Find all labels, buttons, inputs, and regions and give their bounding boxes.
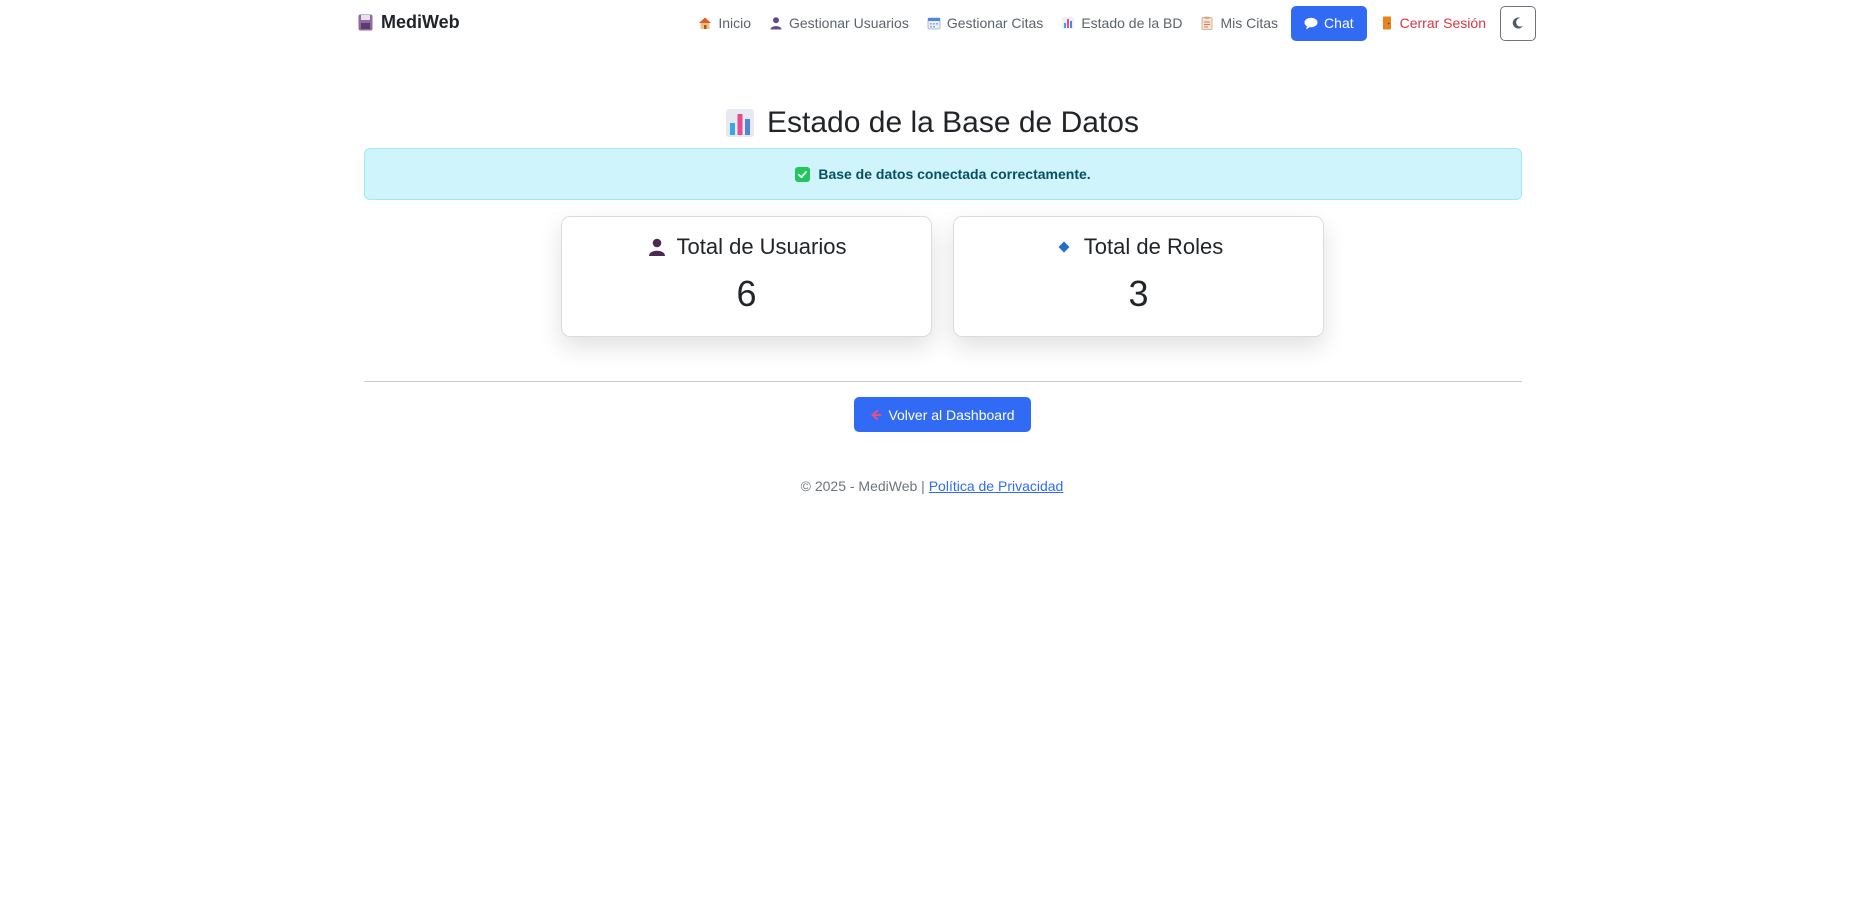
user-icon xyxy=(647,237,667,257)
nav-menu: Inicio Gestionar Usuarios Gestionar Cita… xyxy=(689,5,1536,41)
nav-estado-bd[interactable]: Estado de la BD xyxy=(1052,5,1191,41)
floppy-disk-icon xyxy=(357,14,373,32)
nav-gestionar-citas-label: Gestionar Citas xyxy=(946,15,1044,31)
status-alert: Base de datos conectada correctamente. xyxy=(364,148,1522,200)
logout-link[interactable]: Cerrar Sesión xyxy=(1371,5,1495,41)
privacy-policy-link[interactable]: Política de Privacidad xyxy=(929,478,1064,494)
brand[interactable]: MediWeb xyxy=(357,12,460,33)
back-to-dashboard-label: Volver al Dashboard xyxy=(888,406,1015,423)
navbar: MediWeb Inicio Gestionar Usuarios Gestio… xyxy=(0,0,1864,46)
nav-mis-citas-label: Mis Citas xyxy=(1220,15,1279,31)
users-card-title: Total de Usuarios xyxy=(562,232,931,262)
back-to-dashboard-button[interactable]: Volver al Dashboard xyxy=(854,397,1031,432)
brand-name: MediWeb xyxy=(381,12,460,32)
users-card-title-text: Total de Usuarios xyxy=(676,234,847,259)
bar-chart-icon xyxy=(725,108,755,138)
page-title-text: Estado de la Base de Datos xyxy=(767,106,1139,139)
roles-count: 3 xyxy=(1128,273,1149,314)
status-alert-text: Base de datos conectada correctamente. xyxy=(818,166,1091,182)
chat-button-label: Chat xyxy=(1324,15,1354,31)
calendar-icon xyxy=(927,16,941,30)
back-arrow-icon xyxy=(870,409,882,421)
bar-chart-icon xyxy=(1061,16,1075,30)
nav-mis-citas[interactable]: Mis Citas xyxy=(1191,5,1287,41)
nav-gestionar-citas[interactable]: Gestionar Citas xyxy=(918,5,1052,41)
roles-card-title: Total de Roles xyxy=(954,232,1323,262)
nav-inicio[interactable]: Inicio xyxy=(689,5,760,41)
users-card: Total de Usuarios 6 xyxy=(561,216,932,337)
user-icon xyxy=(769,16,783,30)
page-title: Estado de la Base de Datos xyxy=(0,106,1864,140)
speech-bubble-icon xyxy=(1304,16,1318,30)
footer: © 2025 - MediWeb | Política de Privacida… xyxy=(0,478,1864,494)
logout-label: Cerrar Sesión xyxy=(1399,15,1486,31)
theme-toggle-button[interactable] xyxy=(1500,5,1536,41)
roles-card-title-text: Total de Roles xyxy=(1083,234,1224,259)
users-count: 6 xyxy=(736,273,757,314)
nav-gestionar-usuarios[interactable]: Gestionar Usuarios xyxy=(760,5,918,41)
chat-button[interactable]: Chat xyxy=(1291,5,1367,41)
clipboard-icon xyxy=(1200,16,1214,30)
nav-gestionar-usuarios-label: Gestionar Usuarios xyxy=(789,15,909,31)
moon-icon xyxy=(1512,17,1524,29)
diamond-icon xyxy=(1054,237,1074,257)
divider xyxy=(364,381,1522,382)
roles-card: Total de Roles 3 xyxy=(953,216,1324,337)
house-icon xyxy=(698,16,712,30)
nav-inicio-label: Inicio xyxy=(718,15,751,31)
nav-estado-bd-label: Estado de la BD xyxy=(1081,15,1183,31)
footer-copyright: © 2025 - MediWeb | xyxy=(800,478,925,494)
door-icon xyxy=(1380,16,1394,30)
check-icon xyxy=(795,166,811,182)
